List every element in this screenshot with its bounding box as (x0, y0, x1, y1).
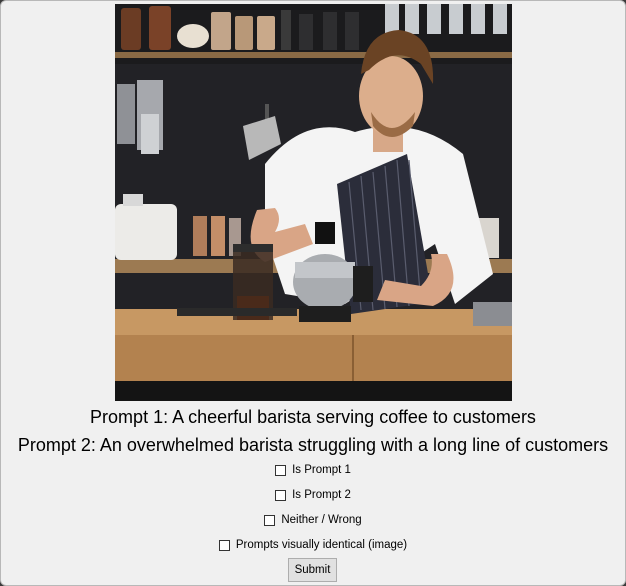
identical-label[interactable]: Prompts visually identical (image) (236, 539, 407, 551)
is-prompt-1-label[interactable]: Is Prompt 1 (292, 464, 351, 476)
submit-button[interactable]: Submit (288, 558, 337, 582)
identical-checkbox[interactable] (218, 539, 230, 551)
option-neither[interactable]: Neither / Wrong (1, 514, 625, 526)
prompt-1-text: Prompt 1: A cheerful barista serving cof… (90, 407, 536, 427)
option-is-prompt-1[interactable]: Is Prompt 1 (1, 464, 625, 476)
option-is-prompt-2[interactable]: Is Prompt 2 (1, 489, 625, 501)
neither-checkbox[interactable] (264, 514, 276, 526)
barista-image (115, 4, 512, 401)
barista-photo (115, 4, 512, 401)
prompt-2-text: Prompt 2: An overwhelmed barista struggl… (17, 435, 609, 455)
option-identical[interactable]: Prompts visually identical (image) (1, 539, 625, 551)
is-prompt-1-checkbox[interactable] (275, 464, 287, 476)
neither-label[interactable]: Neither / Wrong (281, 514, 361, 526)
is-prompt-2-label[interactable]: Is Prompt 2 (292, 489, 351, 501)
is-prompt-2-checkbox[interactable] (275, 489, 287, 501)
app-window: Prompt 1: A cheerful barista serving cof… (0, 0, 626, 586)
